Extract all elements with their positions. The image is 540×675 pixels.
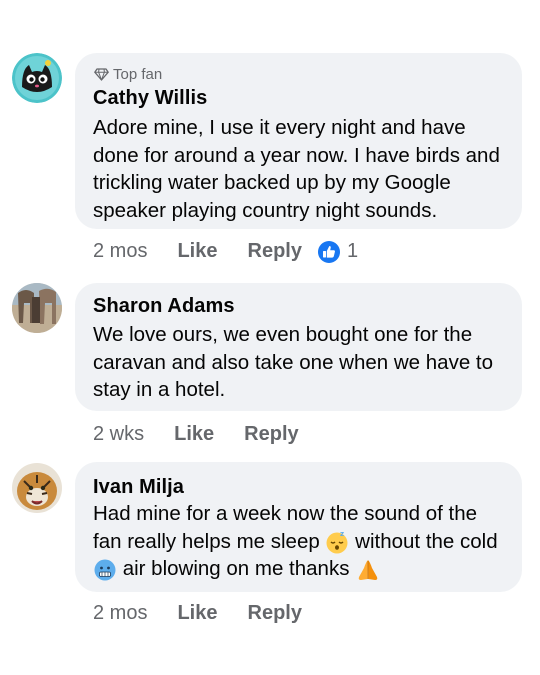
comment-actions: 2 mos Like Reply (93, 602, 302, 625)
comment-text: We love ours, we even bought one for the… (93, 323, 494, 401)
comment-actions: 2 wks Like Reply (93, 423, 299, 446)
timestamp[interactable]: 2 wks (93, 423, 144, 446)
avatar[interactable] (12, 53, 62, 103)
reaction-count: 1 (346, 240, 359, 262)
timestamp[interactable]: 2 mos (93, 240, 147, 263)
reaction-summary[interactable]: 1 (317, 240, 359, 263)
comment-text-part: without the cold (349, 529, 498, 553)
like-button[interactable]: Like (174, 423, 214, 446)
reply-button[interactable]: Reply (244, 423, 298, 446)
comment-text: Had mine for a week now the sound of the… (93, 500, 506, 583)
comment-bubble[interactable]: Ivan Milja Had mine for a week now the s… (75, 462, 522, 592)
cat-avatar-icon (12, 53, 62, 103)
comment-text-part: air blowing on me thanks (117, 557, 356, 580)
timestamp[interactable]: 2 mos (93, 602, 147, 625)
comment-bubble[interactable]: Top fan Cathy Willis Adore mine, I use i… (75, 53, 522, 229)
comment-text: Adore mine, I use it every night and hav… (93, 116, 500, 222)
commenter-name[interactable]: Ivan Milja (93, 476, 184, 499)
comment-actions: 2 mos Like Reply 1 (93, 240, 358, 263)
folded-hands-icon (358, 559, 378, 580)
tiger-photo-avatar-icon (12, 463, 62, 513)
comment-bubble[interactable]: Sharon Adams We love ours, we even bough… (75, 283, 522, 411)
diamond-icon (94, 68, 109, 81)
reply-button[interactable]: Reply (248, 240, 302, 263)
like-button[interactable]: Like (177, 240, 217, 263)
sleeping-face-icon: z (326, 530, 348, 554)
badge-label: Top fan (113, 66, 163, 83)
cold-face-icon (94, 559, 116, 581)
commenter-name[interactable]: Sharon Adams (93, 295, 235, 318)
avatar[interactable] (12, 283, 62, 333)
like-button[interactable]: Like (177, 602, 217, 625)
top-fan-badge: Top fan (94, 66, 162, 83)
reply-button[interactable]: Reply (248, 602, 302, 625)
avatar[interactable] (12, 463, 62, 513)
thumbs-up-icon (317, 240, 340, 263)
commenter-name[interactable]: Cathy Willis (93, 87, 207, 110)
svg-text:z: z (340, 530, 344, 538)
horses-photo-avatar-icon (12, 283, 62, 333)
